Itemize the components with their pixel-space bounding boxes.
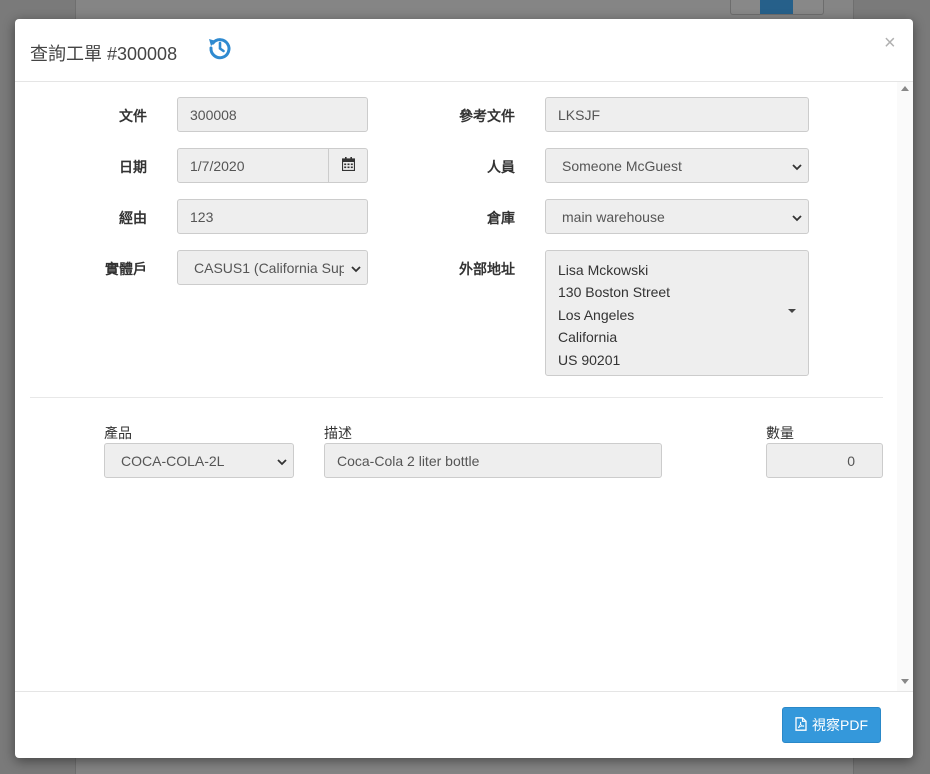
chevron-down-icon: [791, 211, 803, 223]
chevron-down-icon: [276, 455, 288, 467]
warehouse-label: 倉庫: [487, 210, 515, 226]
calendar-icon: [341, 157, 355, 174]
product-select[interactable]: COCA-COLA-2L: [104, 443, 294, 478]
document-value: 300008: [190, 106, 237, 123]
date-value: 1/7/2020: [190, 157, 245, 174]
chevron-down-icon: [350, 262, 362, 274]
modal-body: 文件 300008 參考文件 LKSJF 日期 1/7/2020 人員 Some…: [15, 82, 913, 691]
modal-header: 查詢工單 #300008 ×: [15, 19, 913, 82]
address-line: US 90201: [558, 351, 621, 368]
close-button[interactable]: ×: [884, 33, 896, 53]
work-order-modal: 查詢工單 #300008 × 文件 300008 參考文件 LKSJF 日期 1…: [15, 19, 913, 758]
address-line: 130 Boston Street: [558, 284, 671, 301]
reference-label: 參考文件: [459, 108, 515, 124]
product-header: 產品: [104, 425, 132, 441]
via-value: 123: [190, 208, 214, 225]
address-label: 外部地址: [459, 261, 515, 277]
entity-select[interactable]: CASUS1 (California Sup: [177, 250, 368, 285]
description-header: 描述: [324, 425, 352, 441]
calendar-button[interactable]: [328, 148, 368, 183]
staff-select[interactable]: Someone McGuest: [545, 148, 809, 183]
address-select[interactable]: Lisa Mckowski 130 Boston Street Los Ange…: [545, 250, 809, 376]
address-line: Lisa Mckowski: [558, 262, 649, 278]
file-pdf-icon: [795, 716, 807, 734]
quantity-header: 數量: [766, 425, 794, 441]
quantity-field[interactable]: 0: [766, 443, 883, 478]
background-pagination-active: [760, 0, 793, 14]
quantity-value: 0: [847, 452, 855, 469]
caret-down-icon: [788, 309, 796, 313]
warehouse-value: main warehouse: [562, 208, 665, 225]
section-divider: [30, 397, 883, 398]
history-icon[interactable]: [206, 34, 234, 62]
modal-scrollbar[interactable]: [897, 82, 913, 691]
scroll-down-arrow-icon[interactable]: [901, 679, 909, 684]
via-field[interactable]: 123: [177, 199, 368, 234]
document-label: 文件: [119, 108, 147, 124]
view-pdf-button[interactable]: 視察PDF: [782, 707, 881, 743]
entity-label: 實體戶: [105, 261, 147, 277]
date-label: 日期: [119, 159, 147, 175]
description-field[interactable]: Coca-Cola 2 liter bottle: [324, 443, 662, 478]
date-field[interactable]: 1/7/2020: [177, 148, 329, 183]
warehouse-select[interactable]: main warehouse: [545, 199, 809, 234]
address-line: California: [558, 329, 618, 346]
address-line: Los Angeles: [558, 306, 635, 323]
product-value: COCA-COLA-2L: [121, 452, 225, 469]
staff-label: 人員: [487, 159, 515, 175]
document-field[interactable]: 300008: [177, 97, 368, 132]
description-value: Coca-Cola 2 liter bottle: [337, 452, 480, 469]
staff-value: Someone McGuest: [562, 157, 682, 174]
view-pdf-label: 視察PDF: [812, 717, 868, 733]
reference-value: LKSJF: [558, 106, 601, 123]
reference-field[interactable]: LKSJF: [545, 97, 809, 132]
scroll-up-arrow-icon[interactable]: [901, 86, 909, 91]
background-pagination: [730, 0, 824, 15]
via-label: 經由: [119, 210, 147, 226]
entity-value: CASUS1 (California Sup: [194, 259, 344, 276]
modal-title: 查詢工單 #300008: [30, 44, 178, 64]
modal-footer: 視察PDF: [15, 691, 913, 758]
chevron-down-icon: [791, 160, 803, 172]
